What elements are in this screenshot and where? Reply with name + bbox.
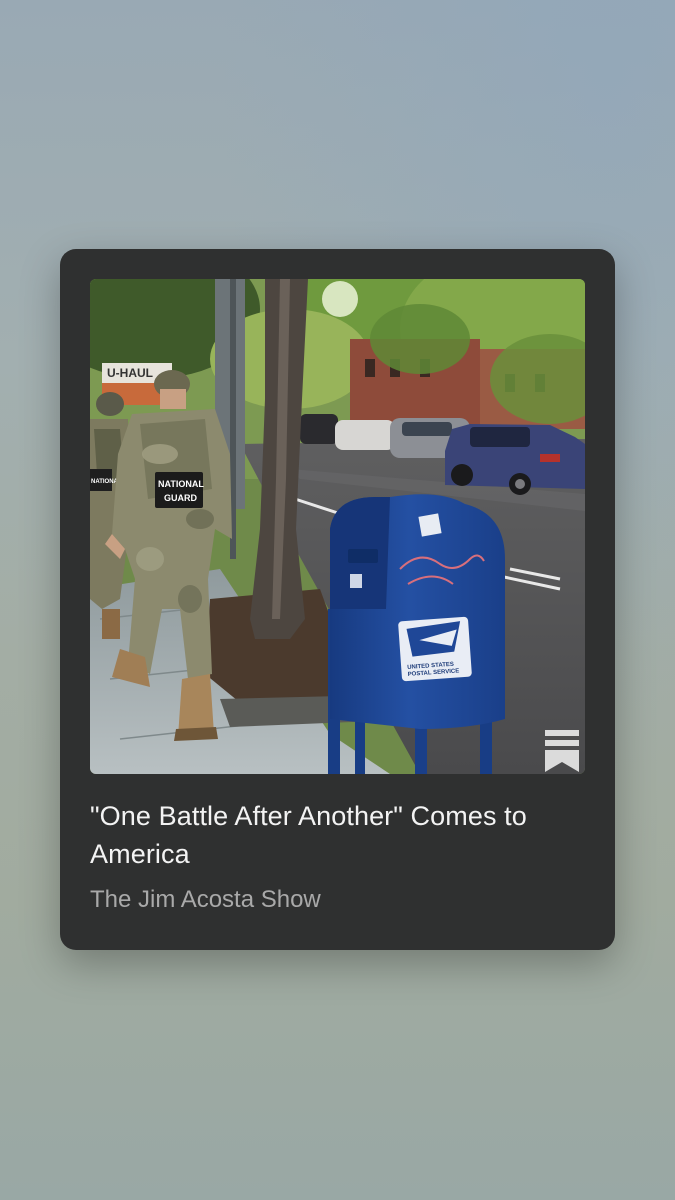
patch-line2-text: GUARD: [164, 493, 197, 503]
post-image[interactable]: U-HAUL NATIONAL NATIONAL GUARD UNITED ST…: [90, 279, 585, 774]
patch-line1-text: NATIONAL: [158, 479, 204, 489]
bookmark-icon[interactable]: [543, 730, 581, 774]
post-title[interactable]: "One Battle After Another" Comes to Amer…: [90, 797, 590, 873]
post-source[interactable]: The Jim Acosta Show: [90, 884, 321, 916]
post-card[interactable]: U-HAUL NATIONAL NATIONAL GUARD UNITED ST…: [60, 249, 615, 950]
truck-sign-text: U-HAUL: [107, 366, 153, 380]
